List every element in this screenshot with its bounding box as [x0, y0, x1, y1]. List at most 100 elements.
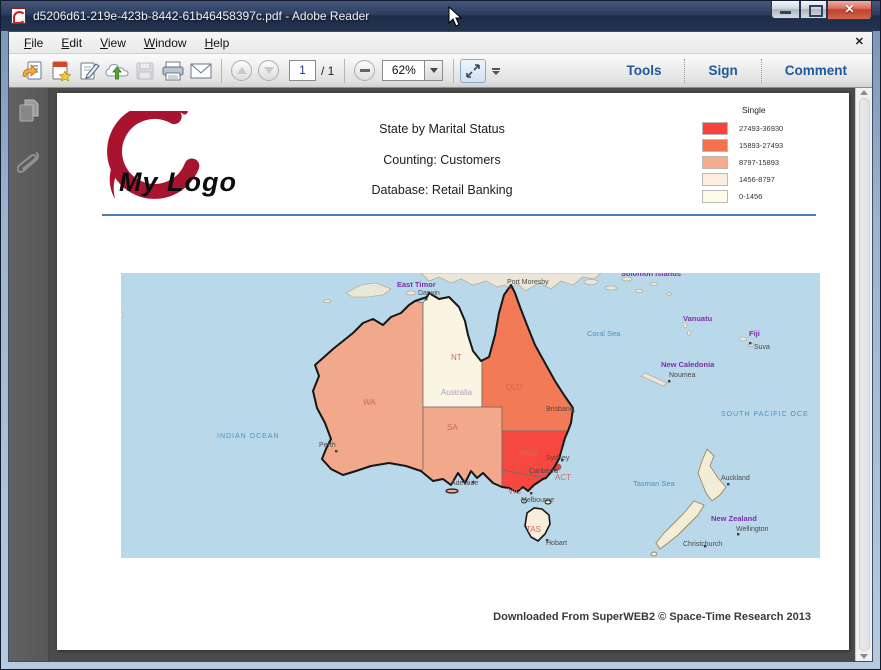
sign-tab[interactable]: Sign	[691, 63, 754, 78]
legend-swatch	[702, 190, 728, 203]
menu-window[interactable]: Window	[135, 34, 196, 52]
company-logo: My Logo	[97, 111, 327, 209]
tools-tab[interactable]: Tools	[609, 63, 678, 78]
map-label-country: East Timor	[397, 280, 436, 289]
zoom-dropdown-button[interactable]	[425, 60, 443, 81]
document-view[interactable]: My Logo State by Marital Status Counting…	[49, 88, 855, 661]
maximize-button[interactable]	[800, 1, 827, 19]
legend-range-label: 1456-8797	[739, 175, 775, 184]
legend-swatch	[702, 156, 728, 169]
next-page-button[interactable]	[258, 60, 279, 81]
map-label-nation: Australia	[441, 388, 473, 397]
header-divider	[102, 214, 816, 216]
map-label-country: Fiji	[749, 329, 760, 338]
page-thumbnails-icon[interactable]	[17, 98, 41, 129]
tool-bar: 1 / 1 62% Tools	[9, 54, 872, 88]
mouse-cursor	[448, 6, 462, 28]
map-label-city: Port Moresby	[507, 279, 549, 286]
legend-range-label: 0-1456	[739, 192, 762, 201]
city-dot	[335, 450, 337, 452]
legend-range-label: 27493-36930	[739, 124, 783, 133]
legend-entry: 0-1456	[702, 188, 842, 205]
zoom-level-input[interactable]: 62%	[382, 60, 425, 81]
logo-text: My Logo	[119, 167, 237, 198]
map-label-sea: Tasman Sea	[633, 479, 676, 488]
city-dot	[727, 483, 729, 485]
map-label-country: Vanuatu	[683, 314, 713, 323]
legend-range-label: 15893-27493	[739, 141, 783, 150]
pdf-page: My Logo State by Marital Status Counting…	[57, 93, 849, 650]
legend-entry: 27493-36930	[702, 120, 842, 137]
menu-help[interactable]: Help	[196, 34, 239, 52]
page-number-input[interactable]: 1	[289, 60, 316, 81]
legend-entries: 27493-36930 15893-27493 8797-15893 1456-879…	[702, 120, 842, 205]
email-icon[interactable]	[187, 57, 215, 85]
report-database: Database: Retail Banking	[307, 183, 577, 197]
state-sa[interactable]	[421, 407, 502, 487]
title-bar[interactable]: d5206d61-219e-423b-8442-61b46458397c.pdf…	[1, 1, 880, 31]
map-label-city: Melbourne	[521, 497, 554, 504]
scroll-down-icon[interactable]	[860, 654, 868, 659]
map-label-state: ACT	[555, 473, 571, 482]
map-label-state: SA	[447, 423, 458, 432]
map-label-city: Suva	[754, 344, 770, 351]
city-dot	[737, 533, 739, 535]
pdf-file-icon	[11, 8, 26, 24]
map-label-sea: Coral Sea	[587, 329, 621, 338]
attachments-paperclip-icon[interactable]	[17, 147, 41, 186]
map-legend: Single 27493-36930 15893-27493 8797-15893 1…	[702, 105, 842, 205]
map-label-city: Wellington	[736, 526, 769, 533]
map-label-country: Solomon Islands	[621, 273, 681, 278]
map-label-city: Brisbane	[546, 406, 574, 413]
report-counting: Counting: Customers	[307, 153, 577, 167]
legend-entry: 1456-8797	[702, 171, 842, 188]
print-icon[interactable]	[159, 57, 187, 85]
open-file-icon[interactable]	[19, 57, 47, 85]
map-label-city: Adelaide	[451, 480, 478, 487]
map-label-state: TAS	[526, 525, 541, 534]
minimize-button[interactable]	[771, 1, 800, 19]
menu-file[interactable]: File	[15, 34, 52, 52]
cloud-upload-icon[interactable]	[103, 57, 131, 85]
scroll-up-icon[interactable]	[860, 90, 868, 95]
legend-swatch	[702, 139, 728, 152]
report-title: State by Marital Status	[307, 122, 577, 136]
create-pdf-icon[interactable]	[47, 57, 75, 85]
page-total-label: / 1	[321, 64, 334, 78]
city-dot	[509, 286, 511, 288]
map-label-city: Christchurch	[683, 541, 722, 548]
legend-entry: 8797-15893	[702, 154, 842, 171]
map-label-ocean: SOUTH PACIFIC OCE	[721, 411, 809, 418]
kangaroo-island	[446, 489, 458, 493]
map-label-city: Hobart	[546, 540, 567, 547]
map-label-city: Darwin	[418, 290, 440, 297]
map-label-state: NSW	[519, 449, 538, 458]
sign-document-icon[interactable]	[75, 57, 103, 85]
menubar-close-icon[interactable]: ✕	[855, 35, 864, 48]
toolbar-more-chevron[interactable]	[492, 67, 500, 75]
map-label-city: Sydney	[546, 455, 570, 462]
map-label-city: Canberra	[529, 468, 558, 475]
menu-view[interactable]: View	[91, 34, 135, 52]
legend-range-label: 8797-15893	[739, 158, 779, 167]
vertical-scrollbar[interactable]	[855, 88, 872, 661]
scrollbar-thumb[interactable]	[859, 98, 870, 651]
map-label-state: VIC	[508, 487, 522, 496]
fit-window-button[interactable]	[460, 59, 486, 83]
save-icon[interactable]	[131, 57, 159, 85]
menu-bar: File Edit View Window Help ✕	[9, 32, 872, 54]
map-label-city: Perth	[319, 442, 336, 449]
previous-page-button[interactable]	[231, 60, 252, 81]
map-label-city: Noumea	[669, 372, 696, 379]
map-label-state: NT	[451, 353, 462, 362]
city-dot	[425, 298, 427, 300]
adobe-reader-window: d5206d61-219e-423b-8442-61b46458397c.pdf…	[0, 0, 881, 670]
choropleth-map: East Timor Solomon Islands Port Moresby Van…	[121, 273, 820, 558]
legend-title: Single	[742, 105, 842, 115]
legend-entry: 15893-27493	[702, 137, 842, 154]
navigation-pane	[9, 88, 49, 661]
close-button[interactable]	[827, 1, 872, 20]
zoom-out-button[interactable]	[354, 60, 375, 81]
menu-edit[interactable]: Edit	[52, 34, 91, 52]
comment-tab[interactable]: Comment	[768, 63, 864, 78]
